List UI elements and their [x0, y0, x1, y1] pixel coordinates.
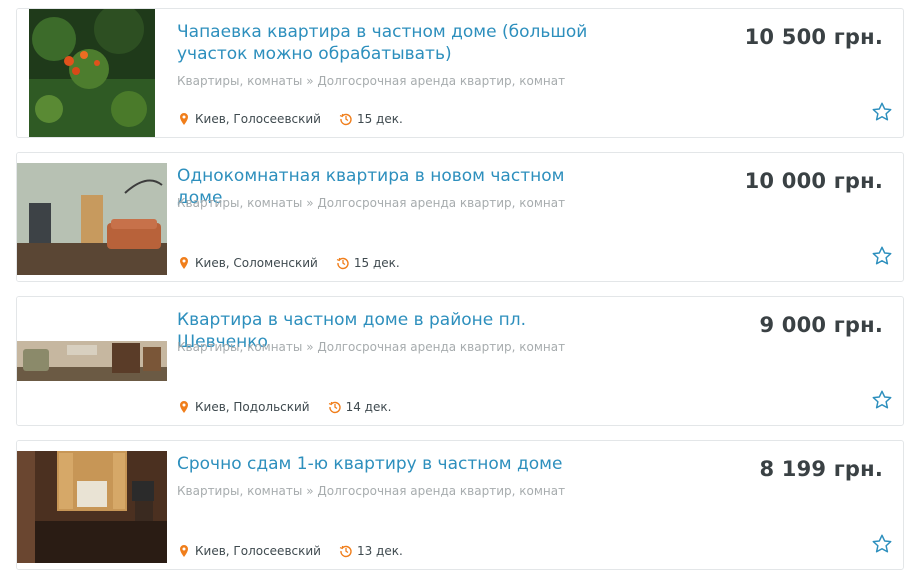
listing-meta: Киев, Голосеевский 13 дек. — [177, 544, 403, 558]
clock-history-icon — [339, 113, 352, 126]
listing-location: Киев, Голосеевский — [195, 544, 321, 558]
listing-photo[interactable] — [17, 9, 167, 137]
listing-list: Чапаевка квартира в частном доме (большо… — [0, 0, 921, 581]
star-outline-icon[interactable] — [871, 101, 893, 123]
listing-card[interactable]: Срочно сдам 1-ю квартиру в частном доме … — [16, 440, 904, 570]
listing-category[interactable]: Квартиры, комнаты » Долгосрочная аренда … — [177, 339, 597, 355]
listing-location: Киев, Голосеевский — [195, 112, 321, 126]
listing-photo[interactable] — [17, 153, 167, 281]
map-pin-icon — [180, 113, 188, 125]
listing-photo[interactable] — [17, 297, 167, 425]
clock-history-icon — [336, 257, 349, 270]
listing-title[interactable]: Чапаевка квартира в частном доме (большо… — [177, 21, 597, 65]
listing-card[interactable]: Квартира в частном доме в районе пл. Шев… — [16, 296, 904, 426]
listing-date: 15 дек. — [356, 112, 403, 126]
star-outline-icon[interactable] — [871, 533, 893, 555]
listing-meta: Киев, Соломенский 15 дек. — [177, 256, 400, 270]
listing-category[interactable]: Квартиры, комнаты » Долгосрочная аренда … — [177, 195, 597, 211]
map-pin-icon — [180, 401, 188, 413]
listing-card[interactable]: Однокомнатная квартира в новом частном д… — [16, 152, 904, 282]
map-pin-icon — [180, 545, 188, 557]
listing-category[interactable]: Квартиры, комнаты » Долгосрочная аренда … — [177, 483, 597, 499]
garden-photo[interactable] — [29, 9, 155, 137]
listing-location: Киев, Подольский — [195, 400, 310, 414]
listing-photo[interactable] — [17, 441, 167, 569]
listing-price: 8 199 грн. — [759, 457, 883, 481]
clock-history-icon — [339, 545, 352, 558]
listing-price: 9 000 грн. — [759, 313, 883, 337]
star-outline-icon[interactable] — [871, 389, 893, 411]
listing-date: 14 дек. — [345, 400, 392, 414]
listing-category[interactable]: Квартиры, комнаты » Долгосрочная аренда … — [177, 73, 597, 89]
listing-location: Киев, Соломенский — [195, 256, 318, 270]
map-pin-icon — [180, 257, 188, 269]
room-photo[interactable] — [17, 341, 167, 381]
listing-date: 13 дек. — [356, 544, 403, 558]
clock-history-icon — [328, 401, 341, 414]
listing-card[interactable]: Чапаевка квартира в частном доме (большо… — [16, 8, 904, 138]
listing-meta: Киев, Голосеевский 15 дек. — [177, 112, 403, 126]
room-photo[interactable] — [17, 451, 167, 563]
listing-meta: Киев, Подольский 14 дек. — [177, 400, 391, 414]
listing-price: 10 500 грн. — [744, 25, 883, 49]
listing-title[interactable]: Срочно сдам 1-ю квартиру в частном доме — [177, 453, 597, 475]
star-outline-icon[interactable] — [871, 245, 893, 267]
listing-date: 15 дек. — [353, 256, 400, 270]
room-photo[interactable] — [17, 163, 167, 275]
listing-price: 10 000 грн. — [744, 169, 883, 193]
